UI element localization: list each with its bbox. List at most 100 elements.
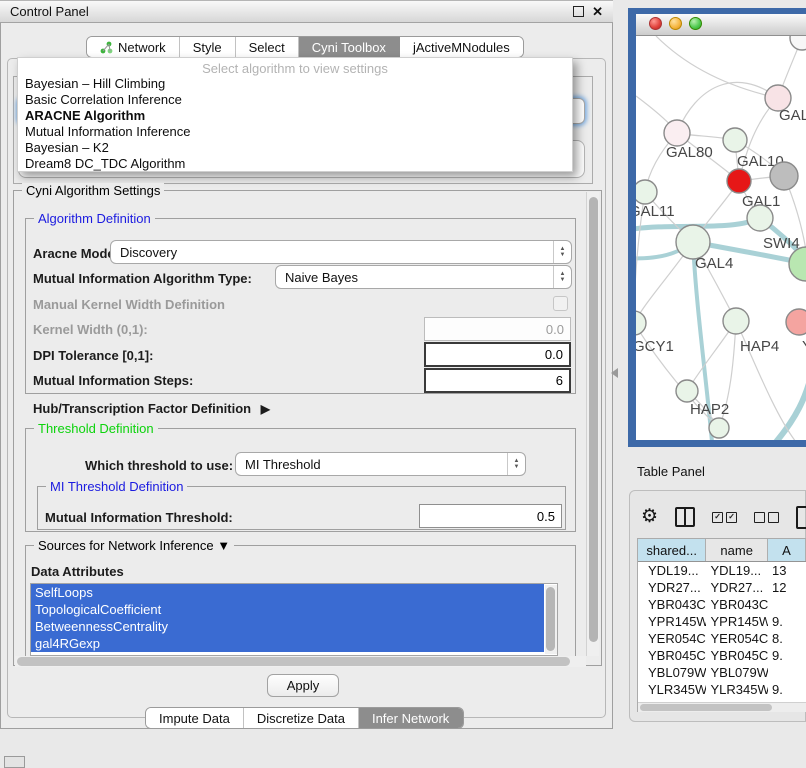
close-traffic-light-icon[interactable] (649, 17, 662, 30)
algorithm-option-basic-correlation-inference[interactable]: Basic Correlation Inference (18, 92, 572, 108)
network-node[interactable] (709, 418, 729, 438)
table-row[interactable]: YBR045CYBR045C9. (638, 647, 806, 664)
table-row[interactable]: YER054CYER054C8. (638, 630, 806, 647)
node-label-swi4: SWI4 (763, 235, 800, 252)
split-columns-icon[interactable] (675, 507, 695, 527)
scrollbar-thumb[interactable] (546, 587, 555, 651)
bottom-tab-strip: Impute DataDiscretize Data Infer Network (145, 707, 464, 729)
scrollbar-thumb[interactable] (17, 657, 570, 666)
column-header-shared[interactable]: shared... (638, 539, 706, 561)
dpi-tolerance-field[interactable] (424, 342, 571, 367)
sources-title[interactable]: Sources for Network Inference ▼ (34, 538, 234, 553)
tab-select[interactable]: Select (236, 37, 299, 57)
table-row[interactable]: YBL079WYBL079W (638, 664, 806, 681)
bottom-tab-infer-network-label: Infer Network (372, 711, 449, 726)
table-cell: YBL079W (638, 664, 706, 681)
column-header-name[interactable]: name (706, 539, 768, 561)
which-threshold-label: Which threshold to use: (85, 458, 233, 473)
algorithm-option-dream8-dc-tdc-algorithm[interactable]: Dream8 DC_TDC Algorithm (18, 156, 572, 172)
table-row[interactable]: YLR345WYLR345W9. (638, 681, 806, 698)
kernel-width-field[interactable] (424, 317, 571, 341)
algorithm-option-aracne-algorithm[interactable]: ARACNE Algorithm (18, 108, 572, 124)
network-node-y[interactable] (786, 309, 806, 335)
node-attribute-table[interactable]: shared...nameAYDL19...YDL19...13YDR27...… (637, 538, 806, 712)
float-window-icon[interactable] (573, 6, 584, 17)
network-node[interactable] (770, 162, 798, 190)
attribute-item-gal4rgexp[interactable]: gal4RGexp (31, 635, 544, 652)
column-header-a[interactable]: A (768, 539, 806, 561)
network-node-gal11[interactable] (636, 180, 657, 204)
node-label-gal: GAL (779, 107, 806, 124)
aracne-mode-combo[interactable]: Discovery (110, 240, 572, 264)
network-node-gcy1[interactable] (636, 311, 646, 335)
apply-button[interactable]: Apply (267, 674, 339, 697)
table-row[interactable]: YPR145WYPR145W9. (638, 613, 806, 630)
network-node-gal80[interactable] (664, 120, 690, 146)
table-row[interactable]: YDR27...YDR27...12 (638, 579, 806, 596)
select-checkboxes-icon[interactable]: ✓ ✓ (712, 512, 737, 523)
network-node-gal10[interactable] (723, 128, 747, 152)
attribute-item-betweennesscentrality[interactable]: BetweennessCentrality (31, 618, 544, 635)
network-edge (656, 36, 778, 98)
algorithm-definition-title: Algorithm Definition (34, 211, 155, 226)
minimize-traffic-light-icon[interactable] (669, 17, 682, 30)
tab-style[interactable]: Style (180, 37, 236, 57)
network-node-swi4[interactable] (747, 205, 773, 231)
table-row[interactable]: YDL19...YDL19...13 (638, 562, 806, 579)
expander-arrow-icon: ▶ (261, 402, 270, 416)
network-node-hap4[interactable] (723, 308, 749, 334)
algorithm-option-mutual-information-inference[interactable]: Mutual Information Inference (18, 124, 572, 140)
hub-definition-expander[interactable]: Hub/Transcription Factor Definition ▶ (33, 401, 270, 416)
network-canvas[interactable]: GALGAL80GAL10GAL1GAL11SWI4GAL4GCY1HAP4YH… (636, 36, 806, 440)
settings-horizontal-scrollbar (15, 656, 586, 667)
table-cell: 8. (768, 630, 806, 647)
settings-gear-icon[interactable]: ⚙ (641, 507, 658, 527)
mi-threshold-field[interactable] (419, 504, 562, 528)
bottom-tab-infer-network[interactable]: Infer Network (359, 708, 463, 728)
mi-steps-field[interactable] (424, 368, 571, 393)
tab-network[interactable]: Network (87, 37, 180, 57)
table-cell: 9. (768, 613, 806, 630)
algorithm-dropdown-prompt: Select algorithm to view settings (18, 58, 572, 76)
network-node-gal1[interactable] (727, 169, 751, 193)
bottom-tab-discretize-data[interactable]: Discretize Data (244, 708, 359, 728)
network-node[interactable] (789, 247, 806, 281)
manual-kernel-label: Manual Kernel Width Definition (33, 297, 225, 312)
tab-cyni-toolbox[interactable]: Cyni Toolbox (299, 37, 400, 57)
scrollbar-thumb[interactable] (640, 704, 772, 711)
threshold-definition-title: Threshold Definition (34, 421, 158, 436)
zoom-traffic-light-icon[interactable] (689, 17, 702, 30)
bottom-tab-impute-data[interactable]: Impute Data (146, 708, 244, 728)
table-cell (768, 596, 806, 613)
table-row[interactable]: YBR043CYBR043C (638, 596, 806, 613)
network-node[interactable] (790, 36, 806, 50)
network-window-titlebar[interactable] (636, 14, 806, 36)
node-label-gcy1: GCY1 (636, 338, 674, 355)
scrollbar-thumb[interactable] (589, 197, 598, 642)
network-node-hap2[interactable] (676, 380, 698, 402)
algorithm-option-bayesian-hill-climbing[interactable]: Bayesian – Hill Climbing (18, 76, 572, 92)
deselect-checkboxes-icon[interactable] (754, 512, 779, 523)
tab-jactivemnodules[interactable]: jActiveMNodules (400, 37, 523, 57)
algorithm-option-bayesian-k2[interactable]: Bayesian – K2 (18, 140, 572, 156)
hub-definition-label: Hub/Transcription Factor Definition (33, 401, 251, 416)
data-attributes-list[interactable]: SelfLoopsTopologicalCoefficientBetweenne… (30, 583, 558, 656)
cyni-algorithm-settings-title: Cyni Algorithm Settings (22, 183, 164, 198)
new-table-icon[interactable] (796, 506, 806, 529)
kernel-width-label: Kernel Width (0,1): (33, 322, 148, 337)
attribute-item-selfloops[interactable]: SelfLoops (31, 584, 544, 601)
panel-divider-grip-icon[interactable] (611, 368, 618, 378)
corner-partial-button[interactable] (4, 756, 25, 768)
which-threshold-combo[interactable]: MI Threshold (235, 452, 526, 476)
network-edge (776, 372, 806, 440)
attribute-item-topologicalcoefficient[interactable]: TopologicalCoefficient (31, 601, 544, 618)
control-panel-titlebar: Control Panel ✕ (0, 0, 613, 23)
mi-threshold-label: Mutual Information Threshold: (45, 510, 233, 525)
which-threshold-value: MI Threshold (236, 457, 507, 472)
network-node-gal4[interactable] (676, 225, 710, 259)
close-icon[interactable]: ✕ (592, 5, 603, 18)
node-label-gal11: GAL11 (636, 203, 675, 220)
mi-type-combo[interactable]: Naive Bayes (275, 265, 572, 289)
manual-kernel-checkbox[interactable] (553, 296, 568, 311)
node-label-hap2: HAP2 (690, 401, 729, 418)
